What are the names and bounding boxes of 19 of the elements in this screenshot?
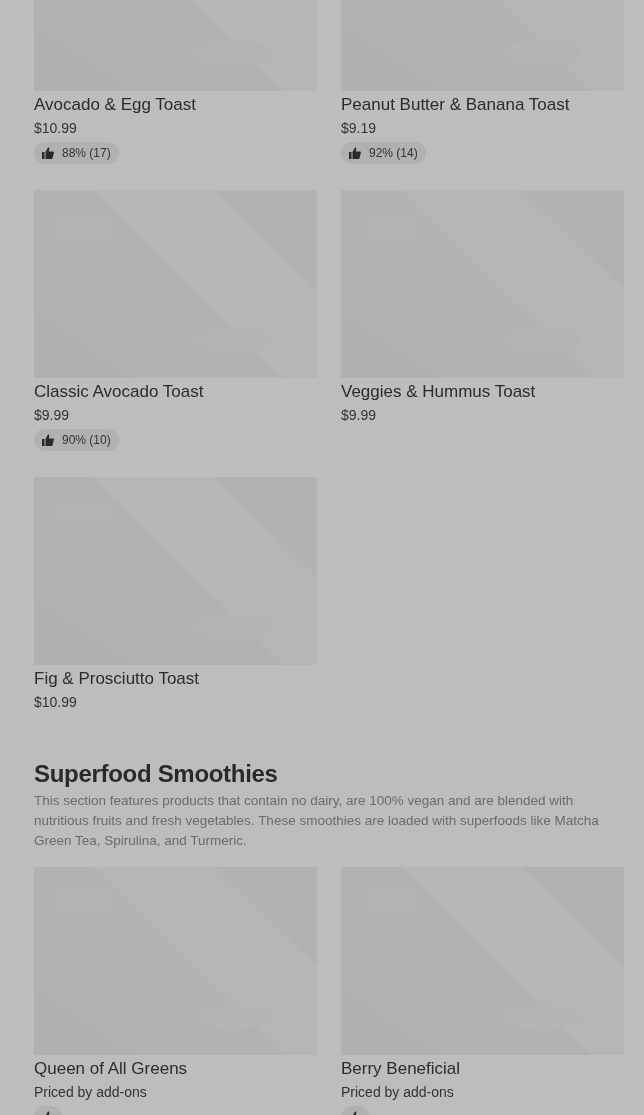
item-price: $10.99 <box>34 119 77 138</box>
item-name: Queen of All Greens <box>34 1058 188 1080</box>
item-name: Peanut Butter & Banana Toast <box>341 94 570 116</box>
item-price: Priced by add-ons <box>34 1083 147 1102</box>
item-price: $10.99 <box>34 693 77 712</box>
item-price: $9.19 <box>341 119 377 138</box>
section-heading: Superfood Smoothies <box>34 760 279 788</box>
rating-badge: 90% (10) <box>34 429 119 451</box>
rating-badge: 88% (17) <box>34 142 119 164</box>
item-name: Avocado & Egg Toast <box>34 94 196 116</box>
item-name: Classic Avocado Toast <box>34 381 204 403</box>
item-name: Veggies & Hummus Toast <box>341 381 536 403</box>
item-price: Priced by add-ons <box>341 1083 454 1102</box>
item-price: $9.99 <box>34 406 70 425</box>
item-name: Fig & Prosciutto Toast <box>34 668 200 690</box>
rating-badge: 92% (14) <box>341 142 426 164</box>
section-description: This section features products that contain no dairy, are 100% vegan and are blended with nutritious fruits and fresh vegetables. These smoothies are loaded with superfoods like Matcha Green Tea, Spirulina, and Turmeric. <box>34 792 600 850</box>
item-price: $9.99 <box>341 406 377 425</box>
item-name: Berry Beneficial <box>341 1058 461 1080</box>
